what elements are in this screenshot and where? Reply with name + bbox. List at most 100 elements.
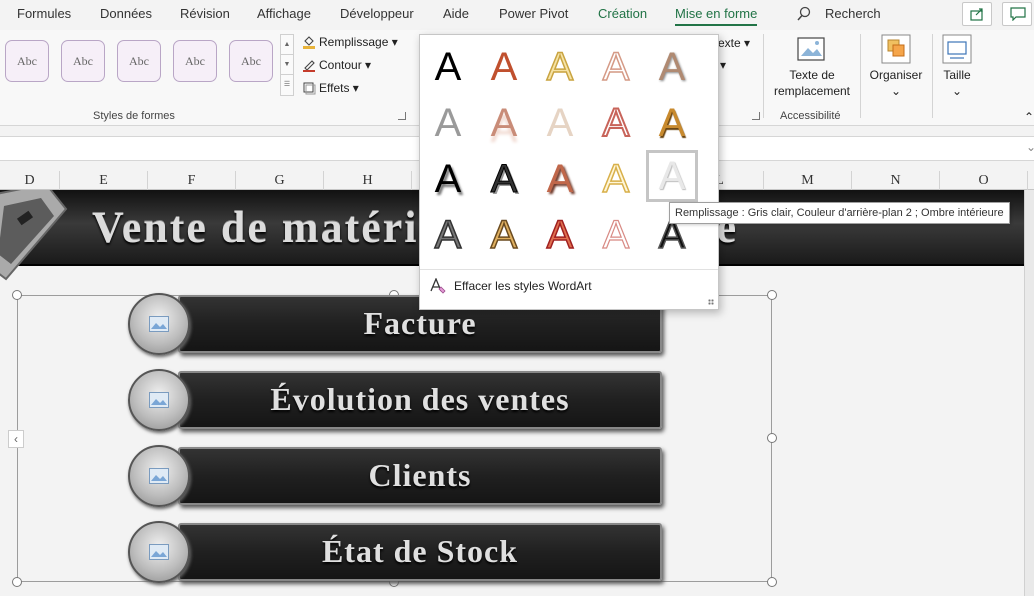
wordart-style-5[interactable]: A xyxy=(646,41,698,93)
wordart-style-14[interactable]: A xyxy=(590,153,642,205)
column-header[interactable]: O xyxy=(940,171,1028,190)
nav-button-stock[interactable]: État de Stock xyxy=(128,521,662,583)
wordart-style-17[interactable]: A xyxy=(478,209,530,261)
chevron-left-icon[interactable]: ‹ xyxy=(8,430,24,448)
clear-wordart-label: Effacer les styles WordArt xyxy=(454,279,592,293)
shape-effects-label: Effets xyxy=(319,81,350,95)
accessibility-group-label: Accessibilité xyxy=(780,110,841,122)
wordart-style-18[interactable]: A xyxy=(534,209,586,261)
wordart-style-7[interactable]: A xyxy=(478,97,530,149)
gallery-more-icon[interactable]: ☰ xyxy=(281,75,293,95)
tab-affichage[interactable]: Affichage xyxy=(257,6,311,21)
wordart-style-3[interactable]: A xyxy=(534,41,586,93)
comments-button[interactable] xyxy=(1002,2,1032,26)
column-header[interactable]: E xyxy=(60,171,148,190)
shape-style-swatch-5[interactable]: Abc xyxy=(229,40,273,82)
nav-button-circle xyxy=(128,445,190,507)
wordart-style-6[interactable]: A xyxy=(422,97,474,149)
dropdown-separator xyxy=(420,269,718,270)
column-header[interactable]: F xyxy=(148,171,236,190)
nav-button-clients[interactable]: Clients xyxy=(128,445,662,507)
nav-button-circle xyxy=(128,521,190,583)
usb-drive-image xyxy=(0,190,68,281)
shape-outline-button[interactable]: Contour ▾ xyxy=(302,58,371,76)
wordart-style-4[interactable]: A xyxy=(590,41,642,93)
tab-donnees[interactable]: Données xyxy=(100,6,152,21)
text-options-partial-label[interactable]: exte ▾ xyxy=(718,36,750,50)
arrange-button[interactable]: Organiser ⌄ xyxy=(866,34,926,99)
clear-wordart-button[interactable]: Effacer les styles WordArt xyxy=(430,277,592,298)
gallery-up-icon[interactable]: ▲ xyxy=(281,35,293,55)
resize-handle[interactable] xyxy=(767,290,777,300)
resize-handle[interactable] xyxy=(12,290,22,300)
resize-handle[interactable] xyxy=(767,433,777,443)
shape-styles-gallery-scroll[interactable]: ▲ ▼ ☰ xyxy=(280,34,294,96)
nav-button-bar: Clients xyxy=(178,447,662,505)
share-icon xyxy=(970,8,983,21)
size-button[interactable]: Taille ⌄ xyxy=(938,34,976,99)
wordart-style-16[interactable]: A xyxy=(422,209,474,261)
tab-mise-en-forme[interactable]: Mise en forme xyxy=(675,6,758,26)
pencil-icon xyxy=(303,60,315,72)
shape-style-swatch-4[interactable]: Abc xyxy=(173,40,217,82)
image-placeholder-icon xyxy=(149,468,169,484)
column-header[interactable]: H xyxy=(324,171,412,190)
shape-effects-button[interactable]: Effets ▾ xyxy=(302,81,359,99)
shape-outline-label: Contour xyxy=(319,58,362,72)
image-placeholder-icon xyxy=(149,316,169,332)
wordart-style-19[interactable]: A xyxy=(590,209,642,261)
formula-expand-icon[interactable]: ⌄ xyxy=(1026,140,1034,154)
column-header[interactable]: D xyxy=(0,171,60,190)
alt-text-button[interactable]: Texte de remplacement xyxy=(770,36,854,99)
share-button[interactable] xyxy=(962,2,992,26)
separator xyxy=(860,34,861,118)
nav-button-label: État de Stock xyxy=(321,533,519,569)
shape-styles-group-label: Styles de formes xyxy=(93,110,175,122)
wordart-style-9[interactable]: A xyxy=(590,97,642,149)
tab-creation[interactable]: Création xyxy=(598,6,647,21)
resize-grip-icon[interactable] xyxy=(708,299,714,305)
wordart-style-15-selected[interactable]: A xyxy=(646,150,698,202)
resize-handle[interactable] xyxy=(12,577,22,587)
image-placeholder-icon xyxy=(149,392,169,408)
alt-text-icon xyxy=(797,37,825,61)
comments-icon xyxy=(1010,7,1026,21)
nav-button-label: Clients xyxy=(368,457,472,493)
tab-aide[interactable]: Aide xyxy=(443,6,469,21)
vertical-scrollbar[interactable] xyxy=(1024,190,1034,596)
wordart-style-12[interactable]: A xyxy=(478,153,530,205)
shape-style-swatch-1[interactable]: Abc xyxy=(5,40,49,82)
search-icon xyxy=(797,6,811,21)
wordart-launcher-icon[interactable] xyxy=(752,112,760,120)
wordart-style-2[interactable]: A xyxy=(478,41,530,93)
column-header[interactable]: G xyxy=(236,171,324,190)
wordart-style-1[interactable]: A xyxy=(422,41,474,93)
wordart-style-13[interactable]: A xyxy=(534,153,586,205)
wordart-style-11[interactable]: A xyxy=(422,153,474,205)
gallery-down-icon[interactable]: ▼ xyxy=(281,55,293,75)
text-options-chevron-icon[interactable]: ▾ xyxy=(720,58,726,72)
shape-style-swatch-3[interactable]: Abc xyxy=(117,40,161,82)
shape-style-swatch-2[interactable]: Abc xyxy=(61,40,105,82)
resize-handle[interactable] xyxy=(767,577,777,587)
ribbon-collapse-icon[interactable]: ⌃ xyxy=(1024,110,1034,124)
tab-revision[interactable]: Révision xyxy=(180,6,230,21)
alt-text-label-line1: Texte de xyxy=(789,68,835,82)
column-header[interactable]: N xyxy=(852,171,940,190)
tab-formules[interactable]: Formules xyxy=(17,6,71,21)
wordart-style-8[interactable]: A xyxy=(534,97,586,149)
nav-button-bar: Évolution des ventes xyxy=(178,371,662,429)
wordart-style-10[interactable]: A xyxy=(646,97,698,149)
shape-styles-launcher-icon[interactable] xyxy=(398,112,406,120)
tab-developpeur[interactable]: Développeur xyxy=(340,6,414,21)
wordart-tooltip: Remplissage : Gris clair, Couleur d'arri… xyxy=(669,202,1010,224)
shape-fill-button[interactable]: Remplissage ▾ xyxy=(302,35,398,53)
shape-fill-label: Remplissage xyxy=(319,35,389,49)
nav-button-evolution[interactable]: Évolution des ventes xyxy=(128,369,662,431)
search-box[interactable]: Recherch xyxy=(796,4,882,24)
tab-power-pivot[interactable]: Power Pivot xyxy=(499,6,568,21)
column-header[interactable]: M xyxy=(764,171,852,190)
nav-button-bar: État de Stock xyxy=(178,523,662,581)
ribbon-tabs: Formules Données Révision Affichage Déve… xyxy=(0,0,1034,30)
nav-button-circle xyxy=(128,369,190,431)
